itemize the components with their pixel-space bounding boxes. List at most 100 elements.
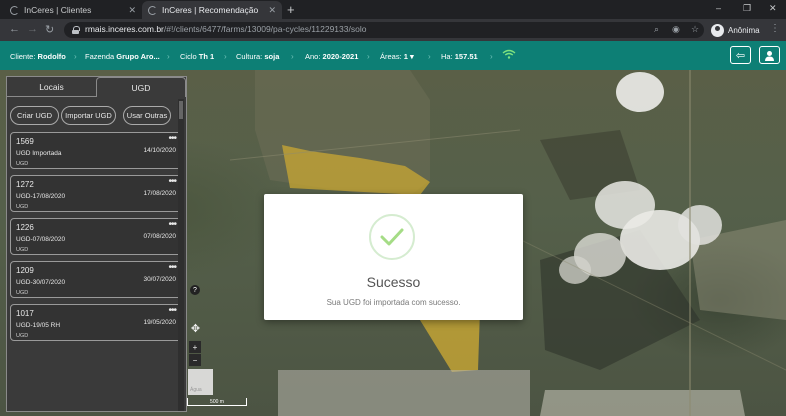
modal-title: Sucesso xyxy=(366,274,421,290)
header-separator: › xyxy=(428,52,431,61)
header-separator: › xyxy=(167,52,170,61)
header-separator: › xyxy=(490,52,493,61)
more-options-icon[interactable]: ••• xyxy=(168,219,176,230)
chevron-down-icon: ▾ xyxy=(410,52,414,61)
ugd-panel: Locais UGD Criar UGD Importar UGD Usar O… xyxy=(6,76,187,412)
browser-menu-icon[interactable]: ⋮ xyxy=(770,23,780,34)
ugd-id: 1272 xyxy=(16,180,34,189)
new-tab-icon[interactable]: + xyxy=(287,2,295,17)
pan-move-icon[interactable]: ✥ xyxy=(190,323,201,335)
user-icon xyxy=(765,50,774,61)
header-fazenda[interactable]: Fazenda Grupo Aro... xyxy=(85,52,160,61)
success-modal: Sucesso Sua UGD foi importada com sucess… xyxy=(264,194,523,320)
close-icon[interactable]: ✕ xyxy=(128,5,136,16)
header-ciclo[interactable]: Ciclo Th 1 xyxy=(180,52,214,61)
forward-arrow-icon[interactable]: → xyxy=(27,23,38,35)
header-ha: Ha: 157.51 xyxy=(441,52,478,61)
incognito-eye-icon[interactable]: ◉ xyxy=(672,24,680,35)
ugd-card[interactable]: 1209 ••• UGD-30/07/2020 30/07/2020 UGD xyxy=(10,261,182,298)
ugd-name: UGD-19/05 RH xyxy=(16,322,61,329)
ugd-type: UGD xyxy=(16,247,29,253)
zoom-out-button[interactable]: − xyxy=(189,354,201,366)
header-separator: › xyxy=(74,52,77,61)
criar-ugd-button[interactable]: Criar UGD xyxy=(10,106,59,125)
bookmark-star-icon[interactable]: ☆ xyxy=(691,24,699,35)
ugd-name: UGD-07/08/2020 xyxy=(16,236,66,243)
panel-tabs: Locais UGD xyxy=(7,77,186,97)
exit-arrow-icon: ⇦ xyxy=(735,49,746,62)
ugd-date: 07/08/2020 xyxy=(143,233,176,240)
panel-scrollbar[interactable] xyxy=(178,99,184,411)
help-icon[interactable]: ? xyxy=(190,285,200,295)
header-ano[interactable]: Ano: 2020-2021 xyxy=(305,52,358,61)
profile-button[interactable]: Anônima xyxy=(711,21,760,39)
ugd-id: 1209 xyxy=(16,266,34,275)
ugd-id: 1017 xyxy=(16,309,34,318)
ugd-date: 17/08/2020 xyxy=(143,190,176,197)
lock-icon xyxy=(72,26,80,34)
ugd-date: 14/10/2020 xyxy=(143,147,176,154)
zoom-in-button[interactable]: + xyxy=(189,341,201,353)
tab-title: InCeres | Recomendação xyxy=(162,5,259,15)
ugd-type: UGD xyxy=(16,161,29,167)
header-separator: › xyxy=(291,52,294,61)
header-separator: › xyxy=(224,52,227,61)
restore-icon[interactable]: ❐ xyxy=(743,3,751,14)
close-icon[interactable]: ✕ xyxy=(268,5,276,16)
address-bar[interactable]: rmais.inceres.com.br/#!/clients/6477/far… xyxy=(64,22,704,38)
basemap-label: Água xyxy=(190,387,202,393)
url-text: rmais.inceres.com.br/#!/clients/6477/far… xyxy=(85,24,366,34)
ugd-card[interactable]: 1569 ••• UGD Importada 14/10/2020 UGD xyxy=(10,132,182,169)
more-options-icon[interactable]: ••• xyxy=(168,262,176,273)
map-scale-bar: 500 m xyxy=(187,398,247,406)
ugd-card[interactable]: 1272 ••• UGD-17/08/2020 17/08/2020 UGD xyxy=(10,175,182,212)
reload-icon[interactable]: ↻ xyxy=(45,23,54,36)
more-options-icon[interactable]: ••• xyxy=(168,133,176,144)
tab-ugd[interactable]: UGD xyxy=(96,77,186,97)
ugd-type: UGD xyxy=(16,290,29,296)
header-cultura[interactable]: Cultura: soja xyxy=(236,52,279,61)
app-header: Cliente: Rodolfo › Fazenda Grupo Aro... … xyxy=(0,41,786,70)
header-areas[interactable]: Áreas: 1 ▾ xyxy=(380,52,414,61)
browser-tab-strip: InCeres | Clientes ✕ InCeres | Recomenda… xyxy=(0,0,786,19)
header-cliente[interactable]: Cliente: Rodolfo xyxy=(10,52,66,61)
url-path: /#!/clients/6477/farms/13009/pa-cycles/1… xyxy=(163,24,367,34)
ugd-card[interactable]: 1226 ••• UGD-07/08/2020 07/08/2020 UGD xyxy=(10,218,182,255)
modal-message: Sua UGD foi importada com sucesso. xyxy=(326,298,461,307)
scrollbar-thumb[interactable] xyxy=(179,101,183,119)
header-separator: › xyxy=(367,52,370,61)
more-options-icon[interactable]: ••• xyxy=(168,176,176,187)
ugd-type: UGD xyxy=(16,204,29,210)
wifi-icon xyxy=(502,49,516,59)
browser-tab-recomendacao[interactable]: InCeres | Recomendação ✕ xyxy=(142,1,282,19)
ugd-date: 19/05/2020 xyxy=(143,319,176,326)
ugd-card[interactable]: 1017 ••• UGD-19/05 RH 19/05/2020 UGD xyxy=(10,304,182,341)
usar-outras-button[interactable]: Usar Outras xyxy=(123,106,171,125)
tab-locais[interactable]: Locais xyxy=(7,77,96,97)
basemap-toggle[interactable]: Água xyxy=(188,369,213,395)
profile-name: Anônima xyxy=(728,25,760,35)
inceres-favicon-icon xyxy=(10,5,19,15)
browser-tab-clientes[interactable]: InCeres | Clientes ✕ xyxy=(4,1,142,19)
ugd-name: UGD Importada xyxy=(16,150,62,157)
incognito-avatar-icon xyxy=(711,23,724,37)
url-host: rmais.inceres.com.br xyxy=(85,24,164,34)
more-options-icon[interactable]: ••• xyxy=(168,305,176,316)
window-close-icon[interactable]: ✕ xyxy=(769,3,777,14)
exit-button[interactable]: ⇦ xyxy=(730,46,751,64)
ugd-id: 1569 xyxy=(16,137,34,146)
zoom-search-icon[interactable]: ⌕ xyxy=(654,24,659,35)
inceres-favicon-icon xyxy=(148,5,157,15)
ugd-id: 1226 xyxy=(16,223,34,232)
browser-toolbar: ← → ↻ rmais.inceres.com.br/#!/clients/64… xyxy=(0,19,786,41)
minimize-icon[interactable]: – xyxy=(716,3,721,13)
tab-title: InCeres | Clientes xyxy=(24,5,92,15)
ugd-name: UGD-17/08/2020 xyxy=(16,193,66,200)
back-arrow-icon[interactable]: ← xyxy=(9,23,20,35)
ugd-date: 30/07/2020 xyxy=(143,276,176,283)
ugd-name: UGD-30/07/2020 xyxy=(16,279,66,286)
importar-ugd-button[interactable]: Importar UGD xyxy=(61,106,116,125)
success-check-icon xyxy=(369,214,415,260)
user-button[interactable] xyxy=(759,46,780,64)
ugd-type: UGD xyxy=(16,333,29,339)
